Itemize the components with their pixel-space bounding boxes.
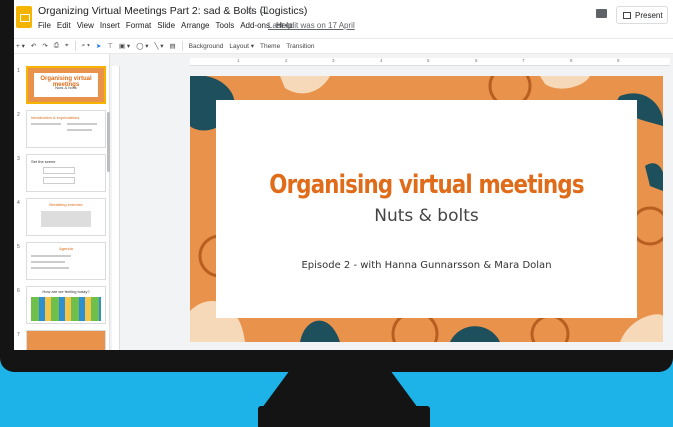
toolbar: + ▾ ↶ ↷ ⎙ ⌖ ⌕ ▾ ➤ ⊤ ▣ ▾ ◯ ▾ ╲ ▾ ▤ Backgr… bbox=[14, 38, 673, 54]
slide-thumbnail[interactable]: Introduction & expectations bbox=[26, 110, 106, 148]
slide-thumbnail[interactable]: Agenda bbox=[26, 242, 106, 280]
thumb-num: 1 bbox=[17, 68, 20, 74]
menu-slide[interactable]: Slide bbox=[157, 21, 175, 30]
comment-add-icon[interactable]: ▤ bbox=[170, 42, 176, 50]
slide-thumbnail[interactable]: How are we feeling today? bbox=[26, 286, 106, 324]
slide-thumbnails-panel: 1 Organising virtual meetings Nuts & bol… bbox=[14, 54, 110, 350]
theme-button[interactable]: Theme bbox=[260, 43, 280, 50]
comment-history-icon[interactable] bbox=[596, 9, 607, 18]
slides-logo-icon[interactable] bbox=[16, 6, 32, 28]
menu-format[interactable]: Format bbox=[126, 21, 151, 30]
present-label: Present bbox=[635, 10, 663, 20]
image-icon[interactable]: ▣ ▾ bbox=[119, 42, 130, 50]
slide-thumbnail[interactable]: Breathing exercise bbox=[26, 198, 106, 236]
select-cursor-icon[interactable]: ➤ bbox=[96, 42, 101, 50]
monitor-frame: Organizing Virtual Meetings Part 2: sad … bbox=[0, 0, 673, 372]
vertical-ruler bbox=[112, 66, 120, 350]
monitor-stand-neck bbox=[262, 370, 418, 408]
menu-tools[interactable]: Tools bbox=[216, 21, 235, 30]
shape-icon[interactable]: ◯ ▾ bbox=[136, 42, 148, 50]
menu-bar: File Edit View Insert Format Slide Arran… bbox=[38, 21, 292, 30]
print-icon[interactable]: ⎙ bbox=[54, 42, 59, 50]
layout-button[interactable]: Layout ▾ bbox=[229, 42, 254, 50]
star-icon[interactable]: ☆ bbox=[246, 5, 255, 16]
background-button[interactable]: Background bbox=[189, 43, 224, 50]
zoom-icon[interactable]: ⌕ ▾ bbox=[82, 42, 90, 50]
horizontal-ruler: 1 2 3 4 5 6 7 8 9 bbox=[190, 58, 670, 66]
line-icon[interactable]: ╲ ▾ bbox=[155, 42, 164, 50]
slide-canvas: 1 2 3 4 5 6 7 8 9 Organising virtual mee… bbox=[110, 54, 673, 350]
move-folder-icon[interactable]: ⊡ bbox=[260, 5, 268, 16]
transition-button[interactable]: Transition bbox=[286, 43, 314, 50]
new-slide-icon[interactable]: + ▾ bbox=[16, 42, 25, 50]
paint-format-icon[interactable]: ⌖ bbox=[65, 42, 69, 50]
menu-file[interactable]: File bbox=[38, 21, 51, 30]
text-box-icon[interactable]: ⊤ bbox=[107, 42, 113, 50]
slide-thumbnail[interactable]: Organising virtual meetings Nuts & bolts bbox=[26, 66, 106, 104]
screen: Organizing Virtual Meetings Part 2: sad … bbox=[14, 0, 673, 350]
menu-edit[interactable]: Edit bbox=[57, 21, 71, 30]
slide-thumbnail[interactable]: Set the scene bbox=[26, 154, 106, 192]
current-slide[interactable]: Organising virtual meetings Nuts & bolts… bbox=[190, 76, 663, 342]
redo-icon[interactable]: ↷ bbox=[42, 42, 47, 50]
undo-icon[interactable]: ↶ bbox=[31, 42, 36, 50]
present-icon bbox=[623, 11, 631, 19]
menu-addons[interactable]: Add-ons bbox=[240, 21, 270, 30]
menu-arrange[interactable]: Arrange bbox=[181, 21, 209, 30]
menu-insert[interactable]: Insert bbox=[100, 21, 120, 30]
slide-title[interactable]: Organising virtual meetings bbox=[254, 170, 599, 200]
monitor-stand-base bbox=[258, 406, 430, 427]
slide-thumbnail[interactable] bbox=[26, 330, 106, 350]
last-edit-link[interactable]: Last edit was on 17 April bbox=[268, 21, 355, 30]
menu-view[interactable]: View bbox=[77, 21, 94, 30]
slide-subtitle[interactable]: Nuts & bolts bbox=[216, 206, 637, 226]
slide-content-area: Organising virtual meetings Nuts & bolts… bbox=[216, 100, 637, 318]
slide-episode-text[interactable]: Episode 2 - with Hanna Gunnarsson & Mara… bbox=[216, 260, 637, 271]
present-button[interactable]: Present bbox=[616, 6, 668, 24]
